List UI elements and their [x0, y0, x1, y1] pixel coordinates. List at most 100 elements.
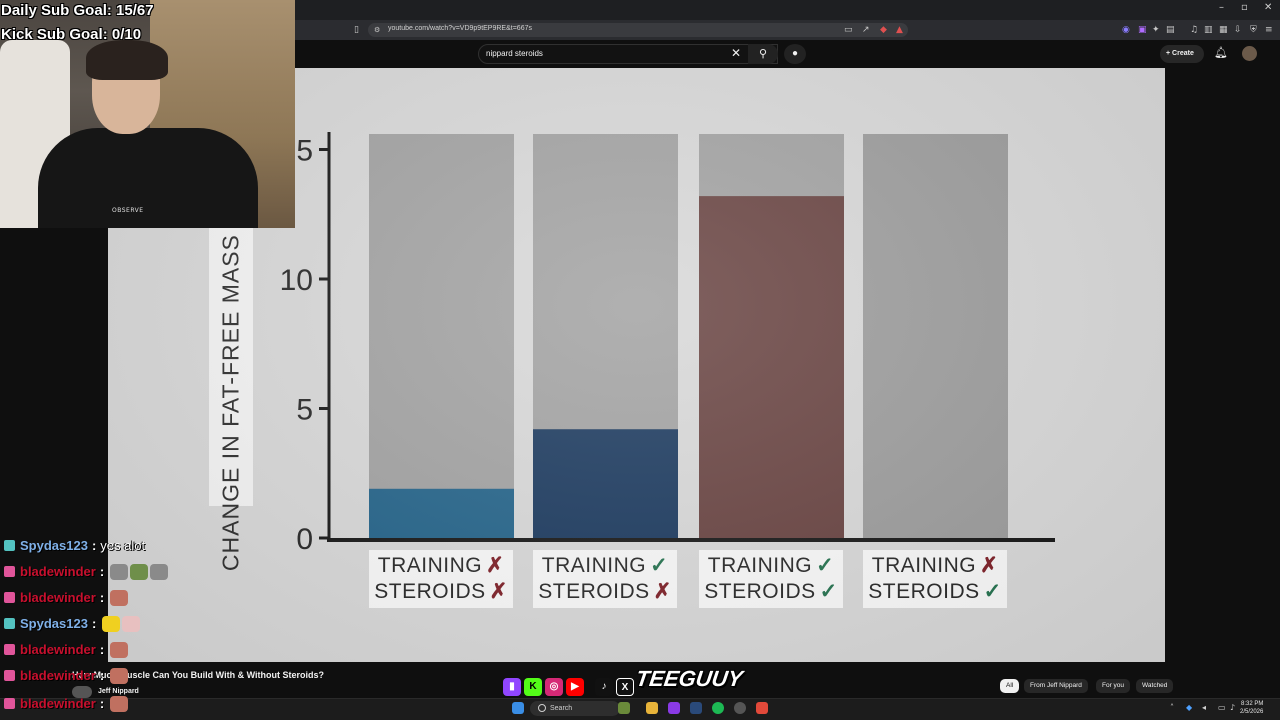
extensions-puzzle-icon[interactable]: ✦ — [1152, 24, 1160, 36]
taskbar-app-icon[interactable] — [668, 702, 680, 714]
tray-app-icon[interactable]: ◆ — [1186, 703, 1192, 712]
chat-emote-icon — [150, 564, 169, 580]
tray-expand-icon[interactable]: ˄ — [1170, 703, 1174, 712]
chat-separator: : — [99, 590, 105, 605]
chip-all[interactable]: All — [1000, 679, 1020, 693]
twitch-extension-icon[interactable]: ▣ — [1138, 24, 1147, 36]
channel-name[interactable]: Jeff Nippard — [98, 688, 139, 695]
media-icon[interactable]: ♫ — [1190, 24, 1198, 36]
chip-watched[interactable]: Watched — [1136, 679, 1174, 693]
chat-separator: : — [99, 668, 105, 683]
category-label: TRAINING ✗ STEROIDS ✗ — [369, 550, 513, 608]
volume-icon[interactable]: ◂ — [1202, 703, 1206, 712]
cross-icon: ✗ — [653, 580, 672, 603]
category-label: TRAINING ✗ STEROIDS ✓ — [863, 550, 1007, 608]
chat-emote-icon — [110, 696, 129, 712]
extension-icon[interactable]: ◉ — [1122, 24, 1130, 36]
daily-sub-goal: Daily Sub Goal: 15/67 — [1, 2, 154, 19]
windows-taskbar — [0, 698, 1280, 720]
chat-emote-icon — [110, 590, 129, 606]
taskbar-search-icon — [538, 704, 546, 712]
reading-list-icon[interactable]: ▥ — [1204, 24, 1213, 36]
background-bar — [369, 134, 514, 538]
chat-message: bladewinder: — [4, 696, 129, 716]
taskbar-search-label: Search — [550, 705, 573, 712]
chat-separator: : — [91, 616, 97, 631]
cast-icon[interactable]: ▭ — [844, 24, 853, 36]
vpn-icon[interactable]: ⛨ — [1250, 24, 1257, 36]
chat-emote-icon — [110, 564, 129, 580]
obs-icon[interactable] — [734, 702, 746, 714]
webcam-person-hair — [86, 40, 168, 80]
clear-search-icon[interactable]: ✕ — [731, 46, 741, 60]
chat-username[interactable]: bladewinder — [20, 642, 96, 657]
menu-icon[interactable]: ≡ — [1265, 24, 1273, 36]
voice-search-button[interactable]: ● — [784, 44, 806, 64]
sidebar-icon[interactable]: ▤ — [1166, 24, 1175, 36]
brave-icon[interactable] — [756, 702, 768, 714]
brave-rewards-icon[interactable]: ▲ — [896, 24, 903, 36]
file-explorer-icon[interactable] — [646, 702, 658, 714]
social-handle: TEEGUUY — [634, 666, 745, 691]
clock-time: 8:32 PM — [1241, 701, 1264, 707]
maximize-icon[interactable]: ▫ — [1241, 2, 1248, 13]
kick-sub-goal: Kick Sub Goal: 0/10 — [1, 26, 142, 43]
steam-icon[interactable] — [690, 702, 702, 714]
category-line-steroids: STEROIDS ✗ — [533, 579, 677, 605]
speaker-icon[interactable]: ♪ — [1230, 703, 1235, 712]
cross-icon: ✗ — [489, 580, 508, 603]
site-settings-icon[interactable]: ⚙ — [374, 24, 380, 36]
category-line-training: TRAINING ✓ — [699, 553, 843, 579]
brave-shield-icon[interactable]: ◆ — [880, 24, 887, 36]
bar — [369, 488, 514, 538]
chat-username[interactable]: bladewinder — [20, 668, 96, 683]
chat-separator: : — [91, 538, 97, 553]
chat-text: yes alot — [100, 538, 146, 553]
chat-separator: : — [99, 642, 105, 657]
cross-icon: ✗ — [486, 554, 505, 577]
chat-badge-icon — [4, 540, 15, 551]
search-button[interactable]: ⚲ — [748, 44, 778, 64]
chat-message: Spydas123: yes alot — [4, 538, 145, 558]
download-icon[interactable]: ⇩ — [1234, 24, 1242, 36]
category-line-steroids: STEROIDS ✓ — [863, 579, 1007, 605]
category-label: TRAINING ✓ STEROIDS ✗ — [533, 550, 677, 608]
share-icon[interactable]: ↗ — [862, 24, 870, 36]
category-text: TRAINING — [377, 554, 483, 577]
minimize-icon[interactable]: – — [1219, 2, 1224, 13]
chat-badge-icon — [4, 618, 15, 629]
tiktok-icon: ♪ — [595, 678, 613, 696]
network-icon[interactable]: ▭ — [1218, 703, 1226, 712]
account-avatar[interactable] — [1242, 46, 1257, 61]
chat-message: bladewinder: — [4, 564, 169, 584]
category-line-steroids: STEROIDS ✗ — [369, 579, 513, 605]
y-tick-label: 10 — [280, 264, 313, 297]
chat-badge-icon — [4, 670, 15, 681]
category-label: TRAINING ✓ STEROIDS ✓ — [699, 550, 843, 608]
spotify-icon[interactable] — [712, 702, 724, 714]
chat-username[interactable]: Spydas123 — [20, 616, 88, 631]
chat-message: Spydas123: — [4, 616, 141, 636]
taskbar-clock[interactable]: 8:32 PM 2/5/2026 — [1240, 700, 1263, 716]
chat-username[interactable]: bladewinder — [20, 590, 96, 605]
create-button[interactable]: + Create — [1160, 45, 1204, 63]
chip-for-you[interactable]: For you — [1096, 679, 1131, 693]
chat-username[interactable]: bladewinder — [20, 564, 96, 579]
chat-username[interactable]: bladewinder — [20, 696, 96, 711]
chip-from-channel[interactable]: From Jeff Nippard — [1024, 679, 1088, 693]
y-tick-label: 5 — [296, 394, 313, 427]
chat-message: bladewinder: — [4, 642, 129, 662]
create-label: Create — [1172, 50, 1194, 57]
notifications-bell-icon[interactable]: 🔔︎ — [1214, 46, 1228, 59]
y-tick-label: 0 — [296, 523, 313, 556]
start-icon[interactable] — [512, 702, 524, 714]
check-icon: ✓ — [819, 580, 838, 603]
taskbar-app-icon[interactable] — [618, 702, 630, 714]
category-text: TRAINING — [541, 554, 647, 577]
page-background-right — [1165, 68, 1280, 662]
screenshot-icon[interactable]: ▦ — [1219, 24, 1228, 36]
chat-message: bladewinder: — [4, 668, 129, 688]
close-window-icon[interactable]: ✕ — [1264, 2, 1272, 13]
chat-username[interactable]: Spydas123 — [20, 538, 88, 553]
bookmark-icon[interactable]: ▯ — [354, 24, 359, 36]
